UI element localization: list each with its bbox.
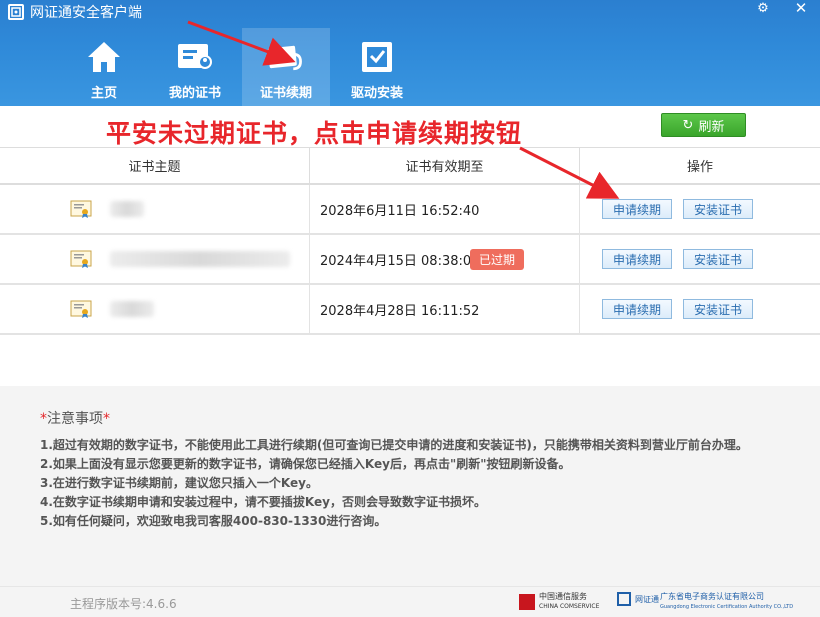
- nav-item-home[interactable]: 主页: [60, 28, 148, 106]
- logo3-cn: 广东省电子商务认证有限公司: [660, 592, 764, 601]
- cert-table: 证书主题 证书有效期至 操作 2028年6月11日 16:52:40 申请续期 …: [0, 147, 820, 335]
- cert-subject-cell: [0, 285, 310, 333]
- logo3-en: Guangdong Electronic Certification Autho…: [660, 604, 794, 610]
- note-item: 1.超过有效期的数字证书，不能使用此工具进行续期(但可查询已提交申请的进度和安装…: [40, 438, 748, 452]
- cert-subject-cell: [0, 185, 310, 233]
- china-comservice-logo: 中国通信服务 CHINA COMSERVICE: [519, 592, 599, 611]
- expiry-date: 2028年4月28日 16:11:52: [320, 303, 480, 319]
- table-row: 2028年4月28日 16:11:52 申请续期 安装证书: [0, 285, 820, 335]
- version-text: 主程序版本号:4.6.6: [70, 597, 177, 611]
- netca-logo: 网证通: [617, 592, 659, 606]
- renew-button[interactable]: 申请续期: [602, 199, 673, 219]
- col-header-expiry: 证书有效期至: [310, 148, 580, 183]
- refresh-icon: ↻: [682, 117, 694, 133]
- notes-title: *注意事项*: [40, 408, 820, 428]
- netca-logo-icon: [617, 592, 631, 606]
- gdca-logo: 广东省电子商务认证有限公司 Guangdong Electronic Certi…: [660, 592, 793, 612]
- nav-item-cert-renew[interactable]: 证书续期: [242, 28, 330, 106]
- logo2-text: 网证通: [635, 594, 659, 604]
- certificate-icon: [70, 250, 92, 268]
- cert-expiry-cell: 2024年4月15日 08:38:08 已过期: [310, 235, 580, 283]
- redacted-subject: [110, 201, 144, 217]
- nav-label: 主页: [90, 86, 117, 101]
- my-cert-icon: [175, 38, 215, 76]
- title-bar: 网证通安全客户端 ⚙ ✕ 主页 我的证书 证书续期 驱动安装: [0, 0, 820, 106]
- notes-panel: *注意事项* 1.超过有效期的数字证书，不能使用此工具进行续期(但可查询已提交申…: [0, 386, 820, 586]
- note-item: 3.在进行数字证书续期前，建议您只插入一个Key。: [40, 476, 318, 490]
- nav-label: 证书续期: [259, 86, 312, 101]
- logo1-en: CHINA COMSERVICE: [539, 603, 600, 610]
- home-icon: [84, 38, 124, 76]
- annotation-text: 平安未过期证书，点击申请续期按钮: [106, 119, 523, 148]
- driver-install-icon: [357, 38, 397, 76]
- expiry-date: 2024年4月15日 08:38:08: [320, 253, 480, 269]
- table-header: 证书主题 证书有效期至 操作: [0, 147, 820, 185]
- renew-button[interactable]: 申请续期: [602, 299, 673, 319]
- app-title-text: 网证通安全客户端: [30, 5, 142, 21]
- table-row: 2028年6月11日 16:52:40 申请续期 安装证书: [0, 185, 820, 235]
- certificate-icon: [70, 300, 92, 318]
- install-cert-button[interactable]: 安装证书: [683, 299, 754, 319]
- cert-expiry-cell: 2028年6月11日 16:52:40: [310, 185, 580, 233]
- actions-cell: 申请续期 安装证书: [580, 285, 820, 333]
- footer: 主程序版本号:4.6.6 中国通信服务 CHINA COMSERVICE 网证通 …: [0, 586, 820, 617]
- expired-badge: 已过期: [470, 249, 525, 270]
- required-star: *: [40, 411, 47, 427]
- renew-button[interactable]: 申请续期: [602, 249, 673, 269]
- table-row: 2024年4月15日 08:38:08 已过期 申请续期 安装证书: [0, 235, 820, 285]
- cert-renew-icon: [266, 38, 306, 76]
- notes-title-text: 注意事项: [47, 411, 103, 427]
- note-item: 4.在数字证书续期申请和安装过程中，请不要插拔Key，否则会导致数字证书损坏。: [40, 495, 486, 509]
- redacted-subject: [110, 301, 154, 317]
- nav-label: 我的证书: [168, 86, 221, 101]
- redacted-subject: [110, 251, 290, 267]
- app-logo-icon: [8, 4, 24, 20]
- cert-expiry-cell: 2028年4月28日 16:11:52: [310, 285, 580, 333]
- nav-item-my-cert[interactable]: 我的证书: [151, 28, 239, 106]
- app-title: 网证通安全客户端: [8, 2, 142, 22]
- install-cert-button[interactable]: 安装证书: [683, 199, 754, 219]
- nav-item-driver-install[interactable]: 驱动安装: [333, 28, 421, 106]
- note-item: 5.如有任何疑问，欢迎致电我司客服400-830-1330进行咨询。: [40, 514, 387, 528]
- actions-cell: 申请续期 安装证书: [580, 185, 820, 233]
- col-header-actions: 操作: [686, 160, 713, 175]
- note-item: 2.如果上面没有显示您要更新的数字证书，请确保您已经插入Key后，再点击"刷新"…: [40, 457, 571, 471]
- settings-gear-icon[interactable]: ⚙: [750, 0, 776, 16]
- logo1-cn: 中国通信服务: [539, 592, 587, 601]
- expiry-date: 2028年6月11日 16:52:40: [320, 203, 480, 219]
- refresh-button[interactable]: ↻ 刷新: [661, 113, 746, 137]
- cert-subject-cell: [0, 235, 310, 283]
- notes-list: 1.超过有效期的数字证书，不能使用此工具进行续期(但可查询已提交申请的进度和安装…: [40, 436, 820, 531]
- certificate-icon: [70, 200, 92, 218]
- install-cert-button[interactable]: 安装证书: [683, 249, 754, 269]
- actions-cell: 申请续期 安装证书: [580, 235, 820, 283]
- china-comservice-logo-icon: [519, 593, 535, 610]
- close-icon[interactable]: ✕: [788, 0, 814, 17]
- main-nav: 主页 我的证书 证书续期 驱动安装: [60, 28, 424, 106]
- col-header-subject: 证书主题: [0, 148, 310, 183]
- required-star: *: [103, 411, 110, 427]
- refresh-label: 刷新: [698, 119, 725, 135]
- nav-label: 驱动安装: [350, 86, 403, 101]
